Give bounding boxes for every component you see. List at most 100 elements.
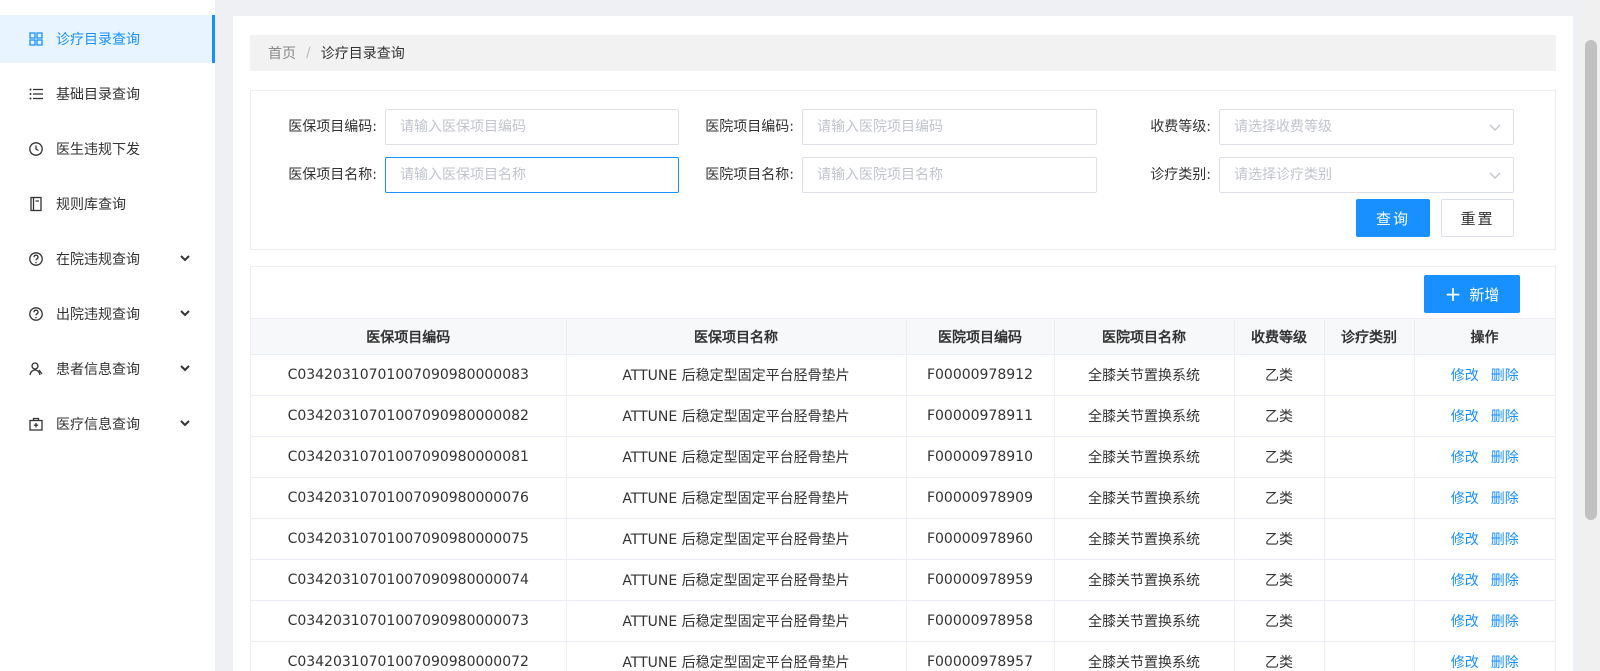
cell-hosp-name: 全膝关节置换系统: [1053, 395, 1234, 437]
cell-category: [1323, 436, 1414, 478]
main-content: 首页 / 诊疗目录查询 医保项目编码: 医院项目编码: 收费等级: 请选择收费等…: [233, 16, 1573, 671]
list-icon: [28, 86, 44, 102]
cell-actions: 修改 删除: [1413, 436, 1555, 478]
cell-category: [1323, 600, 1414, 642]
table-row: C03420310701007090980000072 ATTUNE 后稳定型固定…: [251, 641, 1555, 671]
edit-link[interactable]: 修改: [1451, 491, 1479, 507]
chevron-down-icon: [180, 365, 190, 372]
cell-hosp-code: F00000978957: [905, 641, 1054, 671]
cell-hosp-name: 全膝关节置换系统: [1053, 600, 1234, 642]
cell-ins-name: ATTUNE 后稳定型固定平台胫骨垫片: [565, 600, 906, 642]
cell-actions: 修改 删除: [1413, 641, 1555, 671]
hosp-name-input[interactable]: [802, 157, 1097, 193]
edit-link[interactable]: 修改: [1451, 614, 1479, 630]
edit-link[interactable]: 修改: [1451, 573, 1479, 589]
ins-code-label: 医保项目编码:: [288, 119, 377, 135]
cell-level: 乙类: [1233, 600, 1324, 642]
edit-link[interactable]: 修改: [1451, 368, 1479, 384]
edit-link[interactable]: 修改: [1451, 409, 1479, 425]
sidebar-item-label: 医疗信息查询: [56, 417, 140, 433]
cell-category: [1323, 518, 1414, 560]
delete-link[interactable]: 删除: [1491, 532, 1519, 548]
cell-hosp-name: 全膝关节置换系统: [1053, 436, 1234, 478]
edit-link[interactable]: 修改: [1451, 655, 1479, 671]
sidebar-item-label: 在院违规查询: [56, 252, 140, 268]
cell-hosp-code: F00000978910: [905, 436, 1054, 478]
add-button-label: 新增: [1469, 285, 1500, 304]
cell-level: 乙类: [1233, 436, 1324, 478]
cell-ins-code: C03420310701007090980000076: [251, 477, 566, 519]
reset-button[interactable]: 重置: [1441, 199, 1514, 237]
cell-ins-name: ATTUNE 后稳定型固定平台胫骨垫片: [565, 436, 906, 478]
column-header: 医院项目名称: [1053, 318, 1235, 355]
chevron-down-icon: [180, 255, 190, 262]
cell-hosp-code: F00000978958: [905, 600, 1054, 642]
table-row: C03420310701007090980000075 ATTUNE 后稳定型固定…: [251, 518, 1555, 560]
cell-actions: 修改 删除: [1413, 477, 1555, 519]
edit-link[interactable]: 修改: [1451, 532, 1479, 548]
column-header: 医保项目名称: [565, 318, 907, 355]
sidebar-item-label: 诊疗目录查询: [56, 32, 140, 48]
filter-panel: 医保项目编码: 医院项目编码: 收费等级: 请选择收费等级 医保项目名称: 医院…: [250, 90, 1556, 250]
sidebar-item-patient-info[interactable]: 患者信息查询: [0, 345, 215, 393]
column-header: 医院项目编码: [905, 318, 1055, 355]
delete-link[interactable]: 删除: [1491, 655, 1519, 671]
sidebar-item-doctor-violation[interactable]: 医生违规下发: [0, 125, 215, 173]
delete-link[interactable]: 删除: [1491, 573, 1519, 589]
breadcrumb-home[interactable]: 首页: [268, 43, 296, 63]
chevron-down-icon: [180, 420, 190, 427]
sidebar-item-label: 规则库查询: [56, 197, 126, 213]
delete-link[interactable]: 删除: [1491, 368, 1519, 384]
sidebar-item-diagnosis-catalog[interactable]: 诊疗目录查询: [0, 15, 215, 63]
hosp-code-label: 医院项目编码:: [705, 119, 794, 135]
cell-ins-name: ATTUNE 后稳定型固定平台胫骨垫片: [565, 559, 906, 601]
edit-link[interactable]: 修改: [1451, 450, 1479, 466]
table-row: C03420310701007090980000083 ATTUNE 后稳定型固定…: [251, 354, 1555, 396]
scrollbar-thumb[interactable]: [1585, 40, 1597, 520]
sidebar-item-base-catalog[interactable]: 基础目录查询: [0, 70, 215, 118]
cell-ins-code: C03420310701007090980000075: [251, 518, 566, 560]
ins-code-input[interactable]: [385, 109, 679, 145]
hosp-code-input[interactable]: [802, 109, 1097, 145]
column-header: 诊疗类别: [1323, 318, 1415, 355]
cell-hosp-code: F00000978960: [905, 518, 1054, 560]
column-header: 医保项目编码: [251, 318, 567, 355]
fee-level-placeholder: 请选择收费等级: [1234, 119, 1332, 135]
table-row: C03420310701007090980000076 ATTUNE 后稳定型固定…: [251, 477, 1555, 519]
delete-link[interactable]: 删除: [1491, 450, 1519, 466]
cell-level: 乙类: [1233, 518, 1324, 560]
cell-ins-code: C03420310701007090980000073: [251, 600, 566, 642]
cell-ins-code: C03420310701007090980000082: [251, 395, 566, 437]
cell-level: 乙类: [1233, 477, 1324, 519]
cell-category: [1323, 477, 1414, 519]
sidebar-item-medical-info[interactable]: 医疗信息查询: [0, 400, 215, 448]
column-header: 操作: [1413, 318, 1556, 355]
fee-level-select[interactable]: 请选择收费等级: [1219, 109, 1514, 145]
cell-ins-code: C03420310701007090980000081: [251, 436, 566, 478]
grid-icon: [28, 31, 44, 47]
table-header-row: 医保项目编码 医保项目名称 医院项目编码 医院项目名称 收费等级 诊疗类别 操作: [251, 318, 1556, 355]
cell-level: 乙类: [1233, 395, 1324, 437]
sidebar: 诊疗目录查询 基础目录查询 医生违规下发 规则库查询 在院违规查询 出院违规查询: [0, 0, 215, 671]
cell-ins-code: C03420310701007090980000072: [251, 641, 566, 671]
clock-icon: [28, 141, 44, 157]
cell-hosp-name: 全膝关节置换系统: [1053, 354, 1234, 396]
delete-link[interactable]: 删除: [1491, 409, 1519, 425]
query-button[interactable]: 查询: [1356, 199, 1430, 237]
sidebar-item-discharge-violation[interactable]: 出院违规查询: [0, 290, 215, 338]
sidebar-item-label: 患者信息查询: [56, 362, 140, 378]
delete-link[interactable]: 删除: [1491, 614, 1519, 630]
cell-hosp-name: 全膝关节置换系统: [1053, 641, 1234, 671]
sidebar-item-label: 基础目录查询: [56, 87, 140, 103]
cell-hosp-code: F00000978959: [905, 559, 1054, 601]
category-select[interactable]: 请选择诊疗类别: [1219, 157, 1514, 193]
cell-ins-name: ATTUNE 后稳定型固定平台胫骨垫片: [565, 518, 906, 560]
ins-name-input[interactable]: [385, 157, 679, 193]
sidebar-item-inpatient-violation[interactable]: 在院违规查询: [0, 235, 215, 283]
cell-hosp-name: 全膝关节置换系统: [1053, 518, 1234, 560]
cell-category: [1323, 395, 1414, 437]
add-button[interactable]: + 新增: [1424, 275, 1520, 313]
delete-link[interactable]: 删除: [1491, 491, 1519, 507]
cell-actions: 修改 删除: [1413, 354, 1555, 396]
sidebar-item-rule-library[interactable]: 规则库查询: [0, 180, 215, 228]
